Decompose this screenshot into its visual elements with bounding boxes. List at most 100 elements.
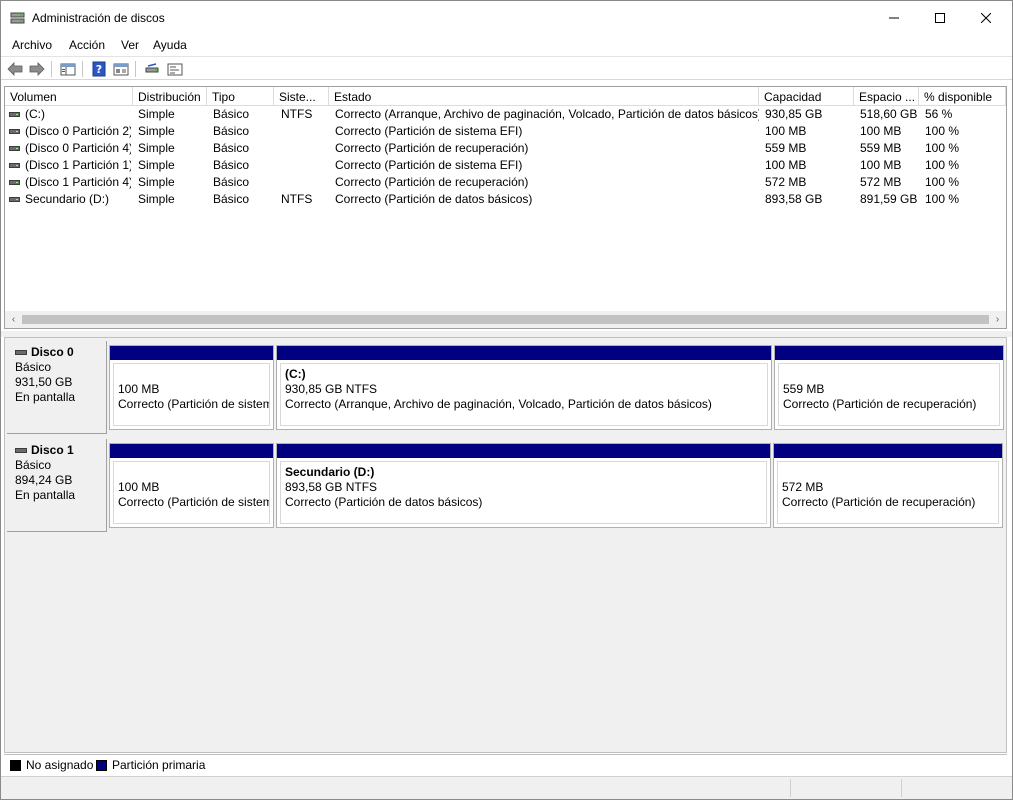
column-header-sistema-archivos[interactable]: Siste... [274, 87, 329, 106]
cell-status: Correcto (Partición de datos básicos) [335, 192, 533, 206]
title-bar[interactable]: Administración de discos [1, 1, 1012, 35]
cell-percent-free: 100 % [925, 192, 960, 206]
partition-block[interactable]: 572 MB Correcto (Partición de recuperació… [773, 443, 1003, 528]
partition-block[interactable]: 100 MB Correcto (Partición de sistem [109, 443, 274, 528]
partition-details: 100 MB Correcto (Partición de sistem [113, 461, 270, 524]
legend-label-unallocated: No asignado [26, 758, 94, 772]
partition-type-bar [277, 346, 771, 360]
minimize-button[interactable] [871, 1, 917, 35]
cell-layout: Simple [138, 175, 175, 189]
menu-ayuda[interactable]: Ayuda [153, 38, 187, 52]
cell-free-space: 518,60 GB [860, 107, 918, 121]
disk-info[interactable]: Disco 1 Básico 894,24 GB En pantalla [7, 439, 107, 532]
column-header-volumen[interactable]: Volumen [5, 87, 133, 106]
horizontal-scrollbar[interactable]: ‹ › [5, 311, 1006, 328]
disk-row: Disco 0 Básico 931,50 GB En pantalla 100 MB C… [5, 338, 1006, 434]
partition-status: Correcto (Partición de sistem [118, 495, 270, 509]
partition-type-bar [277, 444, 770, 458]
window-title: Administración de discos [32, 11, 165, 25]
partition-status: Correcto (Partición de datos básicos) [285, 495, 483, 509]
disk-row: Disco 1 Básico 894,24 GB En pantalla 100 MB C… [5, 436, 1006, 532]
partition-block[interactable]: 559 MB Correcto (Partición de recuperació… [774, 345, 1004, 430]
partition-details: Secundario (D:) 893,58 GB NTFS Correcto (P… [280, 461, 767, 524]
cell-type: Básico [213, 192, 250, 206]
help-button[interactable]: ? [90, 60, 108, 77]
properties-button[interactable] [112, 60, 130, 77]
menu-archivo[interactable]: Archivo [12, 38, 52, 52]
table-row[interactable]: (Disco 0 Partición 2) Simple Básico Correct… [5, 123, 1006, 140]
scroll-left-arrow-icon[interactable]: ‹ [5, 311, 22, 328]
rescan-disks-button[interactable] [143, 60, 161, 77]
cell-layout: Simple [138, 158, 175, 172]
partition-type-bar [110, 444, 273, 458]
table-row[interactable]: Secundario (D:) Simple Básico NTFS Correcto … [5, 191, 1006, 208]
column-header-tipo[interactable]: Tipo [207, 87, 274, 106]
toolbar-separator [82, 61, 83, 77]
forward-icon [29, 61, 45, 76]
maximize-icon [935, 13, 945, 23]
close-icon [981, 13, 991, 23]
disk-size: 931,50 GB [15, 375, 73, 389]
partition-type-bar [775, 346, 1003, 360]
cell-status: Correcto (Partición de recuperación) [335, 141, 529, 155]
cell-percent-free: 100 % [925, 141, 960, 155]
scroll-right-arrow-icon[interactable]: › [989, 311, 1006, 328]
cell-free-space: 891,59 GB [860, 192, 918, 206]
partition-label: (C:) [285, 367, 306, 381]
close-button[interactable] [963, 1, 1009, 35]
cell-type: Básico [213, 158, 250, 172]
menu-accion[interactable]: Acción [69, 38, 105, 52]
partition-type-bar [774, 444, 1002, 458]
table-row[interactable]: (Disco 1 Partición 4) Simple Básico Correct… [5, 174, 1006, 191]
show-hide-console-tree-icon [60, 63, 76, 75]
partition-status: Correcto (Partición de sistem [118, 397, 270, 411]
partition-details: 559 MB Correcto (Partición de recuperació… [778, 363, 1000, 426]
cell-layout: Simple [138, 141, 175, 155]
volume-icon [9, 180, 20, 185]
cell-capacity: 559 MB [765, 141, 807, 155]
legend-swatch-unallocated [10, 760, 21, 771]
column-header-porcentaje-disponible[interactable]: % disponible [919, 87, 1006, 106]
table-row[interactable]: (Disco 0 Partición 4) Simple Básico Correct… [5, 140, 1006, 157]
partition-block[interactable]: (C:) 930,85 GB NTFS Correcto (Arranque, Ar… [276, 345, 772, 430]
legend-swatch-primary-partition [96, 760, 107, 771]
cell-capacity: 893,58 GB [765, 192, 823, 206]
partition-status: Correcto (Partición de recuperación) [783, 397, 977, 411]
toolbar-separator [51, 61, 52, 77]
partition-block[interactable]: Secundario (D:) 893,58 GB NTFS Correcto (P… [276, 443, 771, 528]
volume-icon [9, 197, 20, 202]
cell-status: Correcto (Partición de sistema EFI) [335, 124, 523, 138]
column-header-estado[interactable]: Estado [329, 87, 759, 106]
minimize-icon [889, 17, 899, 19]
column-header-distribucion[interactable]: Distribución [133, 87, 207, 106]
show-hide-console-tree-button[interactable] [59, 60, 77, 77]
horizontal-scrollbar-thumb[interactable] [22, 315, 989, 324]
cell-free-space: 100 MB [860, 124, 902, 138]
disk-state: En pantalla [15, 488, 76, 502]
cell-capacity: 930,85 GB [765, 107, 823, 121]
cell-file-system: NTFS [281, 192, 313, 206]
partition-status: Correcto (Arranque, Archivo de paginació… [285, 397, 712, 411]
table-row[interactable]: (Disco 1 Partición 1) Simple Básico Correct… [5, 157, 1006, 174]
toolbar-separator [135, 61, 136, 77]
partition-block[interactable]: 100 MB Correcto (Partición de sistem [109, 345, 274, 430]
back-button[interactable] [6, 60, 24, 77]
help-icon: ? [92, 61, 106, 76]
cell-status: Correcto (Partición de sistema EFI) [335, 158, 523, 172]
maximize-button[interactable] [917, 1, 963, 35]
partition-details: 572 MB Correcto (Partición de recuperació… [777, 461, 999, 524]
cell-volume-name: (Disco 0 Partición 2) [25, 124, 131, 138]
menu-ver[interactable]: Ver [121, 38, 139, 52]
column-header-capacidad[interactable]: Capacidad [759, 87, 854, 106]
settings-button[interactable] [166, 60, 184, 77]
partition-size: 100 MB [118, 480, 160, 494]
disk-graphical-view: Disco 0 Básico 931,50 GB En pantalla 100 MB C… [4, 337, 1007, 753]
volume-icon [9, 129, 20, 134]
menu-bar: Archivo Acción Ver Ayuda [1, 35, 1012, 56]
disk-info[interactable]: Disco 0 Básico 931,50 GB En pantalla [7, 341, 107, 434]
cell-free-space: 572 MB [860, 175, 902, 189]
forward-button[interactable] [28, 60, 46, 77]
legend: No asignado Partición primaria [4, 754, 1007, 774]
table-row[interactable]: (C:) Simple Básico NTFS Correcto (Arranque, … [5, 106, 1006, 123]
column-header-espacio-disponible[interactable]: Espacio ... [854, 87, 919, 106]
